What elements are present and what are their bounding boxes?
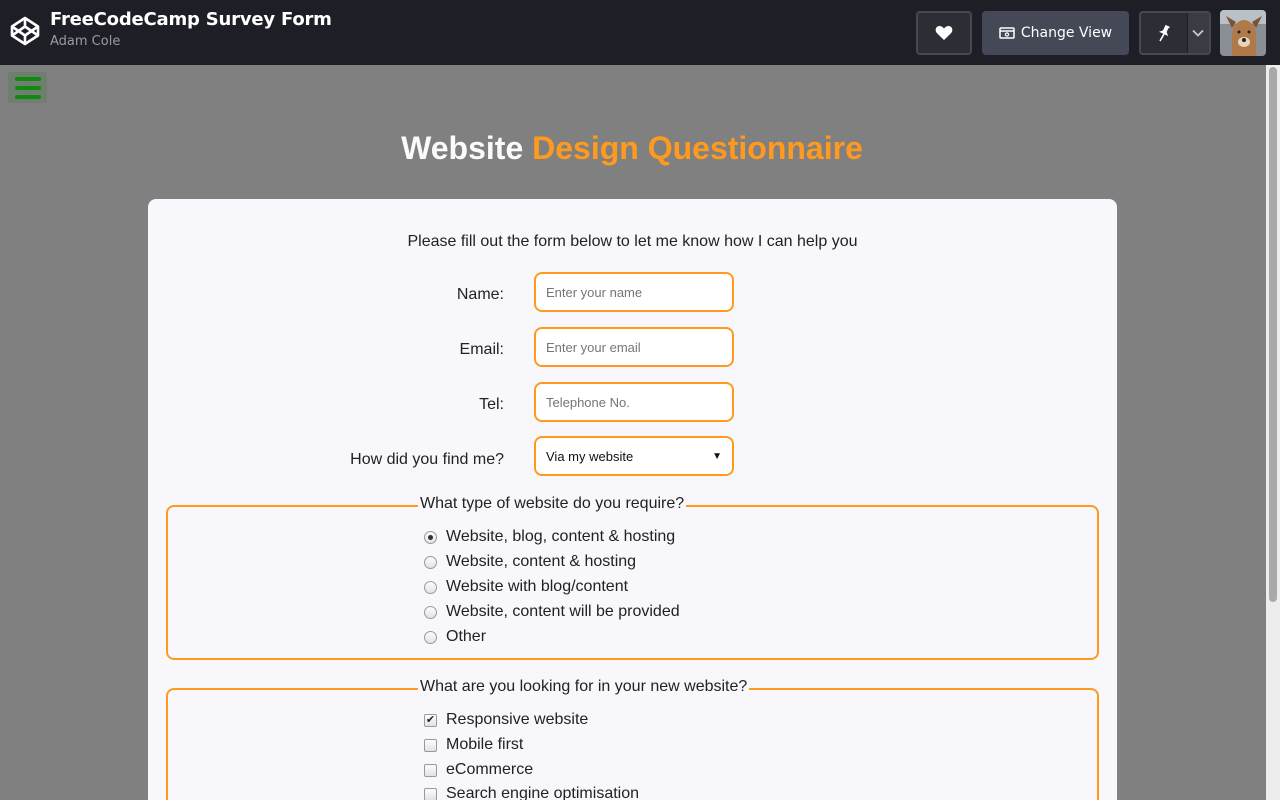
email-label: Email: (459, 341, 504, 358)
change-view-button[interactable]: Change View (982, 11, 1129, 55)
pen-title[interactable]: FreeCodeCamp Survey Form (50, 9, 332, 30)
name-input[interactable] (534, 272, 734, 312)
website-type-fieldset: What type of website do you require? Web… (166, 495, 1099, 660)
hamburger-line (14, 94, 41, 99)
pin-icon (1158, 24, 1170, 42)
option-label: Website, blog, content & hosting (446, 528, 676, 545)
page-title: Website Design Questionnaire (0, 130, 1264, 167)
chevron-down-icon (1192, 29, 1204, 37)
page-title-white: Website (401, 130, 524, 166)
option-label: eCommerce (446, 761, 534, 778)
find-me-label: How did you find me? (350, 451, 504, 468)
codepen-logo-icon[interactable] (9, 15, 41, 47)
website-type-option[interactable]: Website, content will be provided (424, 602, 680, 622)
website-type-option[interactable]: Website, blog, content & hosting (424, 527, 675, 547)
feature-option[interactable]: Search engine optimisation (424, 784, 639, 800)
radio-button[interactable] (424, 580, 437, 594)
hamburger-line (14, 76, 41, 81)
page-title-orange: Design Questionnaire (532, 130, 863, 166)
pin-dropdown-button[interactable] (1187, 13, 1209, 53)
features-fieldset: What are you looking for in your new web… (166, 678, 1099, 800)
survey-form-card: Please fill out the form below to let me… (148, 199, 1117, 800)
option-label: Responsive website (446, 711, 589, 728)
find-me-selected-value: Via my website (546, 448, 634, 464)
radio-button[interactable] (424, 530, 437, 544)
option-label: Search engine optimisation (446, 785, 640, 800)
hamburger-menu-icon[interactable] (8, 72, 47, 103)
codepen-header: FreeCodeCamp Survey Form Adam Cole Chang… (0, 0, 1280, 65)
email-input[interactable] (534, 327, 734, 367)
pin-button-group[interactable] (1139, 11, 1211, 55)
like-button[interactable] (916, 11, 972, 55)
change-view-label: Change View (1020, 25, 1113, 41)
select-arrow-icon: ▼ (712, 450, 722, 462)
website-type-legend: What type of website do you require? (418, 495, 687, 513)
hamburger-line (14, 85, 41, 90)
checkbox[interactable] (424, 738, 437, 752)
pin-button[interactable] (1141, 13, 1188, 53)
checkbox[interactable]: ✔ (424, 713, 437, 727)
feature-option[interactable]: ✔ Responsive website (424, 710, 588, 730)
checkbox[interactable] (424, 787, 437, 800)
heart-icon (935, 25, 953, 40)
radio-button[interactable] (424, 605, 437, 619)
feature-option[interactable]: eCommerce (424, 760, 533, 780)
option-label: Website, content & hosting (446, 553, 637, 570)
scrollbar-thumb[interactable] (1269, 67, 1277, 602)
pen-author[interactable]: Adam Cole (50, 34, 120, 49)
avatar-image (1220, 10, 1266, 56)
option-label: Website, content will be provided (446, 603, 680, 620)
option-label: Website with blog/content (446, 578, 629, 595)
features-legend: What are you looking for in your new web… (418, 678, 750, 696)
change-view-icon (999, 27, 1015, 39)
radio-button[interactable] (424, 555, 437, 569)
avatar[interactable] (1220, 10, 1266, 56)
radio-button[interactable] (424, 630, 437, 644)
tel-input[interactable] (534, 382, 734, 422)
page-scrollbar[interactable] (1266, 65, 1280, 800)
form-intro: Please fill out the form below to let me… (407, 233, 858, 250)
option-label: Mobile first (446, 736, 524, 753)
option-label: Other (446, 628, 487, 645)
website-type-option[interactable]: Other (424, 627, 486, 647)
name-label: Name: (456, 286, 504, 303)
find-me-select[interactable]: Via my website ▼ (534, 436, 734, 476)
checkbox[interactable] (424, 763, 437, 777)
website-type-option[interactable]: Website, content & hosting (424, 552, 636, 572)
website-type-option[interactable]: Website with blog/content (424, 577, 628, 597)
tel-label: Tel: (479, 396, 504, 413)
feature-option[interactable]: Mobile first (424, 735, 523, 755)
